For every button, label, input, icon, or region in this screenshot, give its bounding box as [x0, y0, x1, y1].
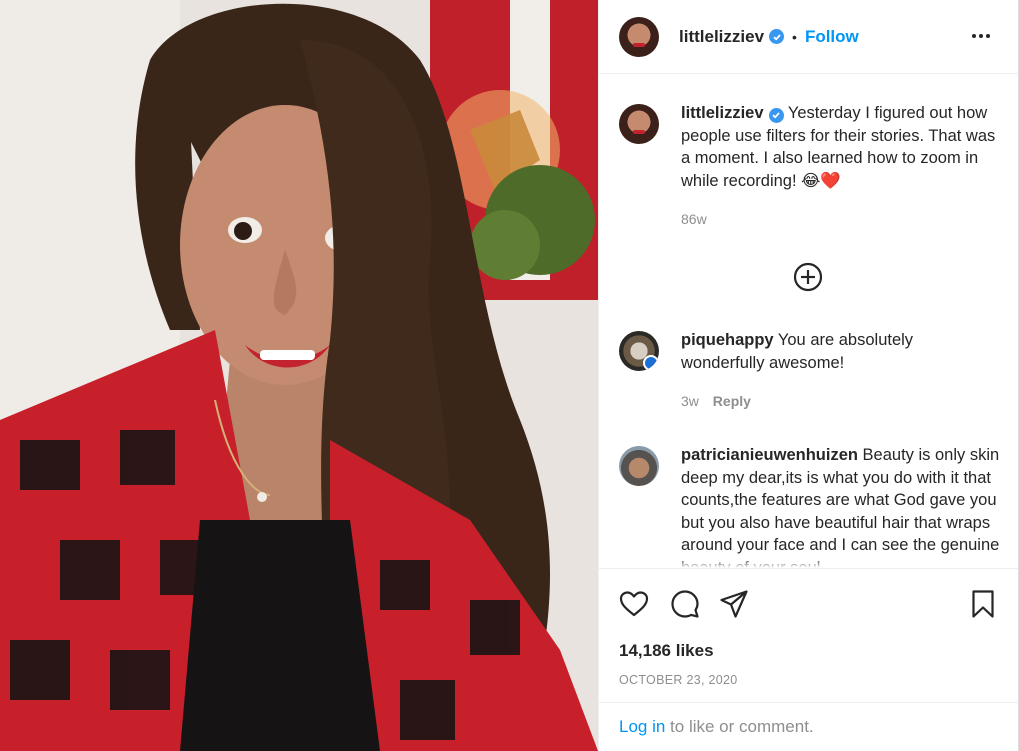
- more-icon[interactable]: [972, 26, 994, 46]
- share-icon[interactable]: [719, 589, 749, 619]
- login-prompt: Log in to like or comment.: [599, 702, 1018, 751]
- comment-body: patricianieuwenhuizen Beauty is only ski…: [681, 444, 1001, 568]
- author-username[interactable]: littlelizziev: [679, 27, 764, 47]
- separator-dot: •: [792, 28, 797, 45]
- verified-icon: [769, 29, 785, 44]
- caption: littlelizziev Yesterday I figured out ho…: [599, 102, 1018, 231]
- comment-meta: 3w Reply: [681, 390, 1001, 413]
- comment-icon[interactable]: [670, 589, 700, 619]
- commenter-avatar[interactable]: [619, 446, 659, 486]
- action-icons: [619, 589, 998, 621]
- comment-text: Beauty is only skin deep my dear,its is …: [681, 446, 1000, 568]
- caption-meta: 86w: [681, 208, 1001, 231]
- comment-username[interactable]: patricianieuwenhuizen: [681, 446, 858, 464]
- scroll-fade: [599, 558, 1018, 568]
- caption-age: 86w: [681, 211, 707, 227]
- action-area: 14,186 likes OCTOBER 23, 2020 Log in to …: [599, 568, 1018, 751]
- comments-list[interactable]: littlelizziev Yesterday I figured out ho…: [599, 75, 1018, 568]
- selfie-illustration: [0, 0, 598, 751]
- verified-icon: [768, 107, 784, 123]
- post-date: OCTOBER 23, 2020: [619, 673, 738, 687]
- commenter-avatar[interactable]: [619, 331, 659, 371]
- caption-username[interactable]: littlelizziev: [681, 104, 764, 122]
- caption-avatar[interactable]: [619, 104, 659, 144]
- reply-button[interactable]: Reply: [713, 393, 751, 409]
- likes-count[interactable]: 14,186 likes: [619, 641, 714, 661]
- save-icon[interactable]: [968, 589, 998, 619]
- post-header: littlelizziev • Follow: [599, 0, 1018, 74]
- comment-age: 3w: [681, 393, 699, 409]
- add-comment-icon[interactable]: [792, 261, 824, 293]
- author-avatar[interactable]: [619, 16, 659, 57]
- post-photo[interactable]: [0, 0, 598, 751]
- comment-item: patricianieuwenhuizen Beauty is only ski…: [599, 444, 1018, 568]
- comment-item: piquehappy You are absolutely wonderfull…: [599, 329, 1018, 413]
- caption-body: littlelizziev Yesterday I figured out ho…: [681, 102, 1001, 231]
- like-icon[interactable]: [619, 589, 649, 619]
- login-link[interactable]: Log in: [619, 717, 665, 736]
- post-panel: littlelizziev • Follow littlelizziev Yes…: [598, 0, 1019, 751]
- comment-body: piquehappy You are absolutely wonderfull…: [681, 329, 1001, 413]
- comment-username[interactable]: piquehappy: [681, 331, 774, 349]
- follow-button[interactable]: Follow: [805, 27, 859, 47]
- login-suffix: to like or comment.: [665, 717, 814, 736]
